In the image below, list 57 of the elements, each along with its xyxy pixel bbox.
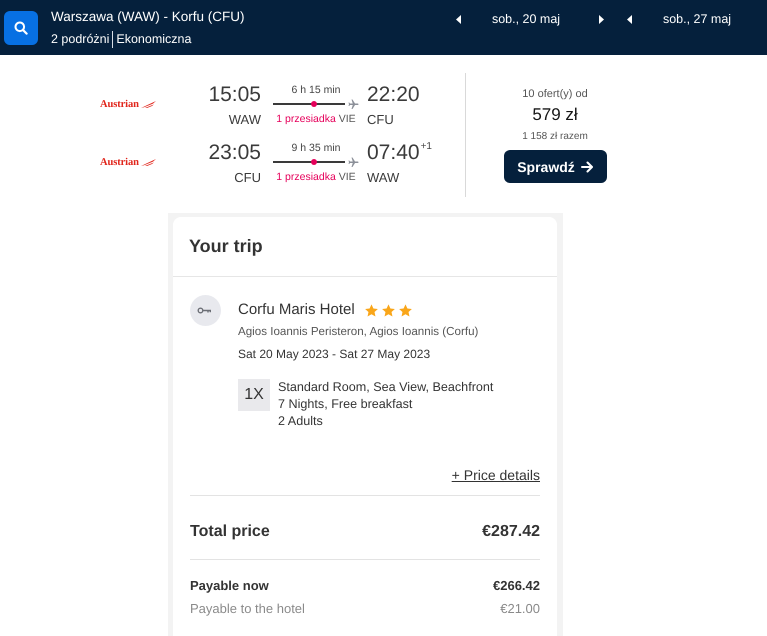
- airline-logo-text: Austrian: [100, 157, 139, 168]
- price-amount: 579 zł: [532, 105, 578, 125]
- total-price-label: Total price: [190, 522, 270, 542]
- departure-airport: WAW: [228, 112, 261, 128]
- caret-right-icon[interactable]: [599, 15, 604, 24]
- arrival-airport: WAW: [367, 170, 400, 186]
- total-price-value: €287.42: [482, 522, 540, 542]
- route-title: Warszawa (WAW) - Korfu (CFU): [51, 8, 244, 24]
- airline-logo-text: Austrian: [100, 99, 139, 110]
- arrow-right-icon: [580, 160, 593, 172]
- stopover-airport: VIE: [338, 171, 356, 183]
- price-details-link[interactable]: + Price details: [452, 466, 540, 484]
- airline-swoosh-icon: [140, 159, 156, 166]
- payment-label: Payable now: [190, 577, 269, 595]
- key-icon: [190, 295, 221, 326]
- stops-count: 1 przesiadka: [276, 113, 336, 125]
- caret-left-icon[interactable]: [456, 15, 461, 24]
- stop-dot-icon: [311, 101, 317, 107]
- arrival-time: 22:20: [367, 83, 420, 107]
- total-price: 1 158 zł razem: [522, 130, 588, 143]
- payment-amount: €266.42: [493, 577, 540, 595]
- arrival-airport: CFU: [367, 112, 394, 128]
- date-selector[interactable]: sob., 27 maj: [647, 12, 747, 27]
- departure-time: 23:05: [208, 141, 261, 165]
- flight-duration: 6 h 15 min: [291, 84, 341, 97]
- room-detail: 7 Nights, Free breakfast: [278, 396, 414, 413]
- search-button[interactable]: [4, 10, 38, 44]
- search-icon: [14, 20, 28, 34]
- departure-airport: CFU: [234, 170, 261, 186]
- flight-duration: 9 h 35 min: [291, 142, 341, 155]
- stay-dates: Sat 20 May 2023 - Sat 27 May 2023: [238, 346, 432, 363]
- star-icon: [382, 304, 395, 316]
- room-detail: Standard Room, Sea View, Beachfront: [278, 379, 494, 396]
- payment-label: Payable to the hotel: [190, 600, 305, 618]
- trip-heading: Your trip: [189, 236, 263, 257]
- room-quantity: 1X: [238, 379, 270, 411]
- hotel-address: Agios Ioannis Peristeron, Agios Ioannis (Corfu): [238, 324, 480, 340]
- day-offset: +1: [420, 141, 432, 153]
- payment-amount: €21.00: [500, 600, 540, 618]
- departure-time: 15:05: [208, 83, 261, 107]
- date-selector[interactable]: sob., 20 maj: [476, 12, 576, 27]
- cabin-class: Ekonomiczna: [116, 32, 192, 46]
- plane-icon: [348, 156, 359, 168]
- room-detail: 2 Adults: [278, 413, 324, 430]
- stop-dot-icon: [311, 159, 317, 165]
- arrival-time: 07:40: [367, 141, 420, 165]
- stops-count: 1 przesiadka: [276, 171, 336, 183]
- check-button[interactable]: Sprawdź: [504, 150, 606, 183]
- airline-swoosh-icon: [140, 101, 156, 108]
- stopover-airport: VIE: [338, 113, 356, 125]
- offers-count: 10 ofert(y) od: [522, 87, 588, 101]
- star-icon: [364, 304, 378, 316]
- star-icon: [398, 304, 412, 316]
- hotel-name: Corfu Maris Hotel: [238, 300, 355, 320]
- plane-icon: [348, 98, 359, 110]
- travellers-count: 2 podróżni: [51, 32, 110, 46]
- caret-left-icon[interactable]: [627, 15, 632, 24]
